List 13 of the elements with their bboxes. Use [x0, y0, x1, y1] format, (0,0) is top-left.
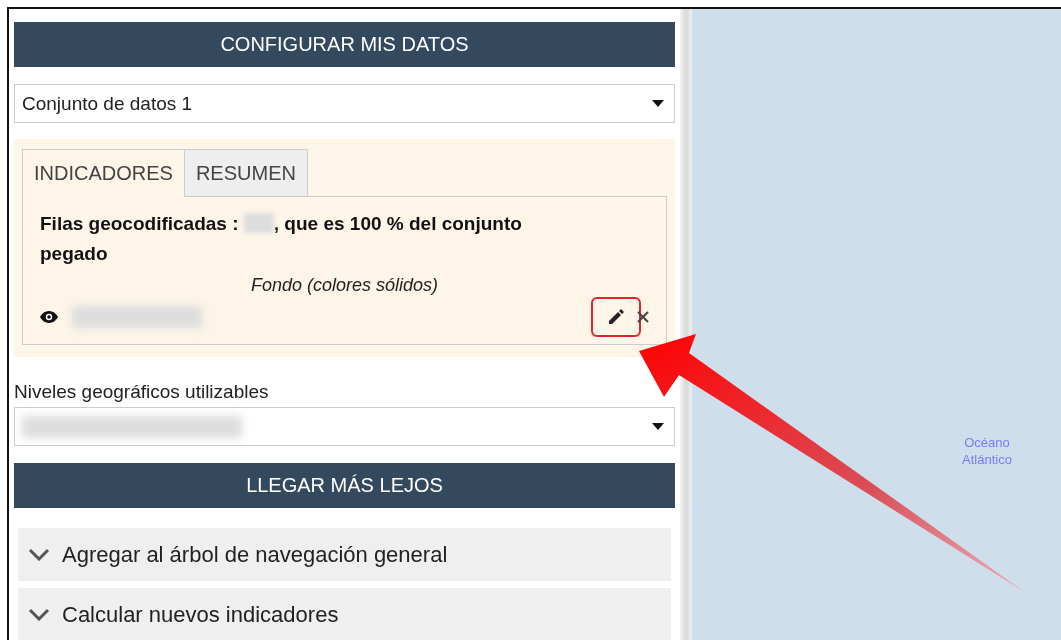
accordion-item[interactable]: Calcular nuevos indicadores	[18, 588, 671, 640]
accordion-item[interactable]: Agregar al árbol de navegación general	[18, 528, 671, 581]
layer-style-text: Fondo (colores sólidos)	[249, 275, 440, 296]
panel-header: CONFIGURAR MIS DATOS	[14, 22, 675, 67]
dataset-select[interactable]: Conjunto de datos 1	[14, 84, 675, 123]
geocoded-rows-text: pegado	[40, 243, 108, 264]
section-header: LLEGAR MÁS LEJOS	[14, 463, 675, 508]
levels-label: Niveles geográficos utilizables	[14, 381, 270, 403]
ocean-label: Océano Atlántico	[962, 434, 1012, 468]
geocoded-rows-text: , que es 100 % del conjunto	[273, 213, 522, 234]
tab[interactable]: RESUMEN	[183, 149, 308, 197]
geocoded-rows-text: Filas geocodificadas :	[40, 213, 240, 234]
tab[interactable]: INDICADORES	[22, 149, 185, 197]
